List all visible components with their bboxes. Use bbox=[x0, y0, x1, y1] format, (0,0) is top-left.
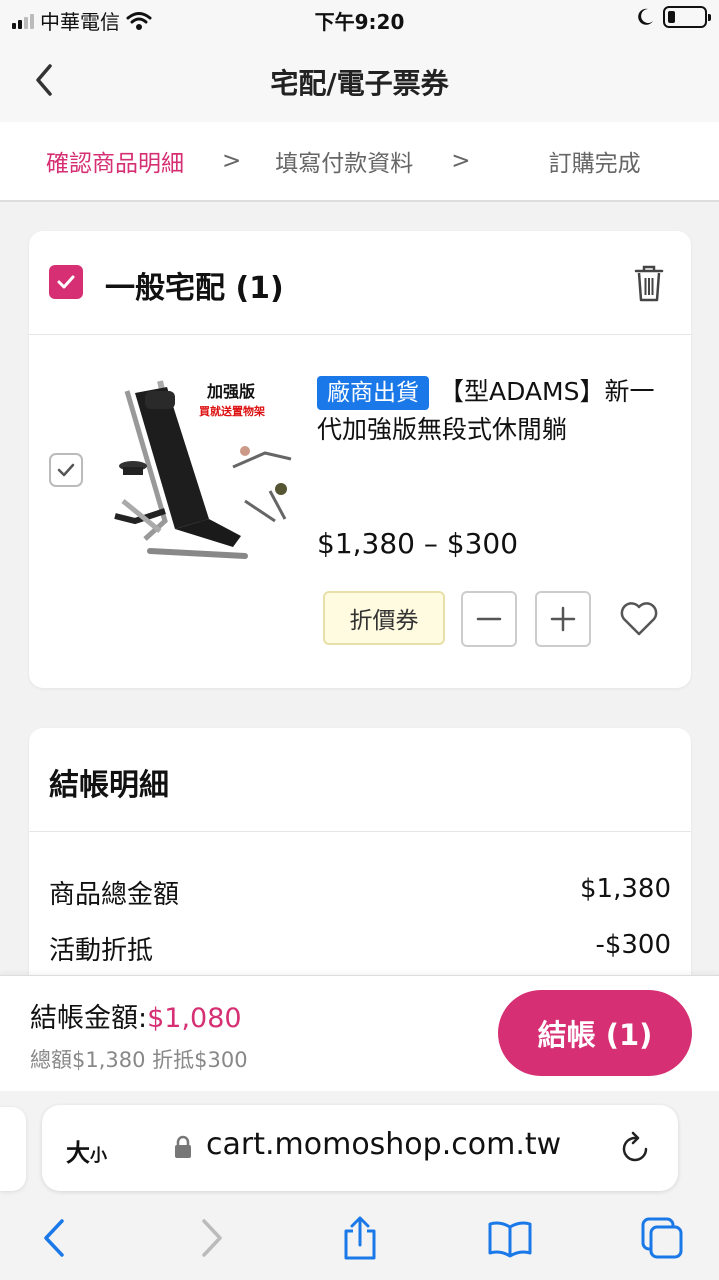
status-time: 下午9:20 bbox=[314, 10, 405, 34]
tabs-icon[interactable] bbox=[640, 1215, 684, 1261]
image-caption-main: 加强版 bbox=[206, 382, 255, 401]
group-checkbox[interactable] bbox=[49, 265, 83, 299]
checkout-amount-value: $1,080 bbox=[147, 1003, 242, 1034]
moon-icon bbox=[638, 8, 653, 25]
checkout-amount-label: 結帳金額: bbox=[30, 1003, 148, 1034]
step-payment: 填寫付款資料 bbox=[275, 151, 414, 177]
browser-toolbar: 大小 cart.momoshop.com.tw bbox=[0, 1091, 719, 1280]
lounge-chair-image: 加强版 買就送置物架 bbox=[105, 371, 299, 567]
checkout-button[interactable]: 結帳 (1) bbox=[498, 990, 692, 1076]
minus-icon bbox=[476, 617, 502, 621]
quantity-decrease-button[interactable] bbox=[461, 591, 517, 647]
battery-icon bbox=[663, 6, 711, 28]
item-checkbox[interactable] bbox=[49, 453, 83, 487]
browser-back-icon[interactable] bbox=[34, 1215, 78, 1261]
text-size-button[interactable]: 大小 bbox=[66, 1133, 107, 1168]
step-separator: > bbox=[222, 148, 242, 174]
lock-icon bbox=[175, 1135, 191, 1158]
check-icon bbox=[57, 463, 75, 477]
trash-icon[interactable] bbox=[633, 263, 665, 303]
previous-tab-peek[interactable] bbox=[0, 1107, 26, 1191]
heart-icon[interactable] bbox=[619, 601, 659, 637]
step-confirm: 確認商品明細 bbox=[46, 151, 184, 177]
step-complete: 訂購完成 bbox=[548, 151, 641, 177]
checkout-steps: 確認商品明細 > 填寫付款資料 > 訂購完成 bbox=[0, 122, 719, 202]
address-bar[interactable]: 大小 cart.momoshop.com.tw bbox=[42, 1105, 678, 1191]
bookmarks-icon[interactable] bbox=[488, 1215, 532, 1261]
step-separator: > bbox=[451, 148, 471, 174]
page-title: 宅配/電子票券 bbox=[270, 67, 449, 100]
image-caption-promo: 買就送置物架 bbox=[199, 404, 265, 418]
share-icon[interactable] bbox=[338, 1215, 382, 1261]
product-image[interactable]: 加强版 買就送置物架 bbox=[105, 371, 299, 567]
url-text: cart.momoshop.com.tw bbox=[206, 1127, 562, 1162]
cart-group-card: 一般宅配 (1) 加强版 買就送置物架 廠商出貨 【型ADAMS】新一代加強版無… bbox=[29, 231, 691, 688]
summary-row-value: $1,380 bbox=[580, 874, 671, 904]
product-name-block[interactable]: 廠商出貨 【型ADAMS】新一代加強版無段式休閒躺 bbox=[317, 373, 677, 449]
shipping-tag: 廠商出貨 bbox=[317, 376, 429, 410]
cart-group-header: 一般宅配 (1) bbox=[29, 231, 691, 335]
group-title: 一般宅配 (1) bbox=[105, 271, 284, 306]
product-price: $1,380 – $300 bbox=[317, 527, 519, 560]
check-icon bbox=[57, 275, 75, 289]
status-bar: 中華電信 下午9:20 bbox=[0, 0, 719, 40]
summary-title: 結帳明細 bbox=[49, 768, 169, 803]
coupon-button[interactable]: 折價券 bbox=[323, 591, 445, 645]
browser-forward-icon[interactable] bbox=[188, 1215, 232, 1261]
summary-row-label: 商品總金額 bbox=[49, 880, 180, 910]
nav-bar: 宅配/電子票券 bbox=[0, 40, 719, 122]
checkout-bar: 結帳金額:$1,080 總額$1,380 折抵$300 結帳 (1) bbox=[0, 975, 719, 1091]
summary-row-label: 活動折抵 bbox=[49, 936, 154, 966]
checkout-subtotal: 總額$1,380 折抵$300 bbox=[30, 1048, 248, 1072]
summary-row: 商品總金額 $1,380 bbox=[49, 874, 671, 911]
plus-icon bbox=[550, 606, 576, 632]
checkout-amount: 結帳金額:$1,080 bbox=[30, 996, 242, 1035]
summary-row-value: -$300 bbox=[595, 930, 671, 960]
reload-icon[interactable] bbox=[620, 1129, 652, 1165]
summary-row: 活動折抵 -$300 bbox=[49, 930, 671, 967]
quantity-increase-button[interactable] bbox=[535, 591, 591, 647]
